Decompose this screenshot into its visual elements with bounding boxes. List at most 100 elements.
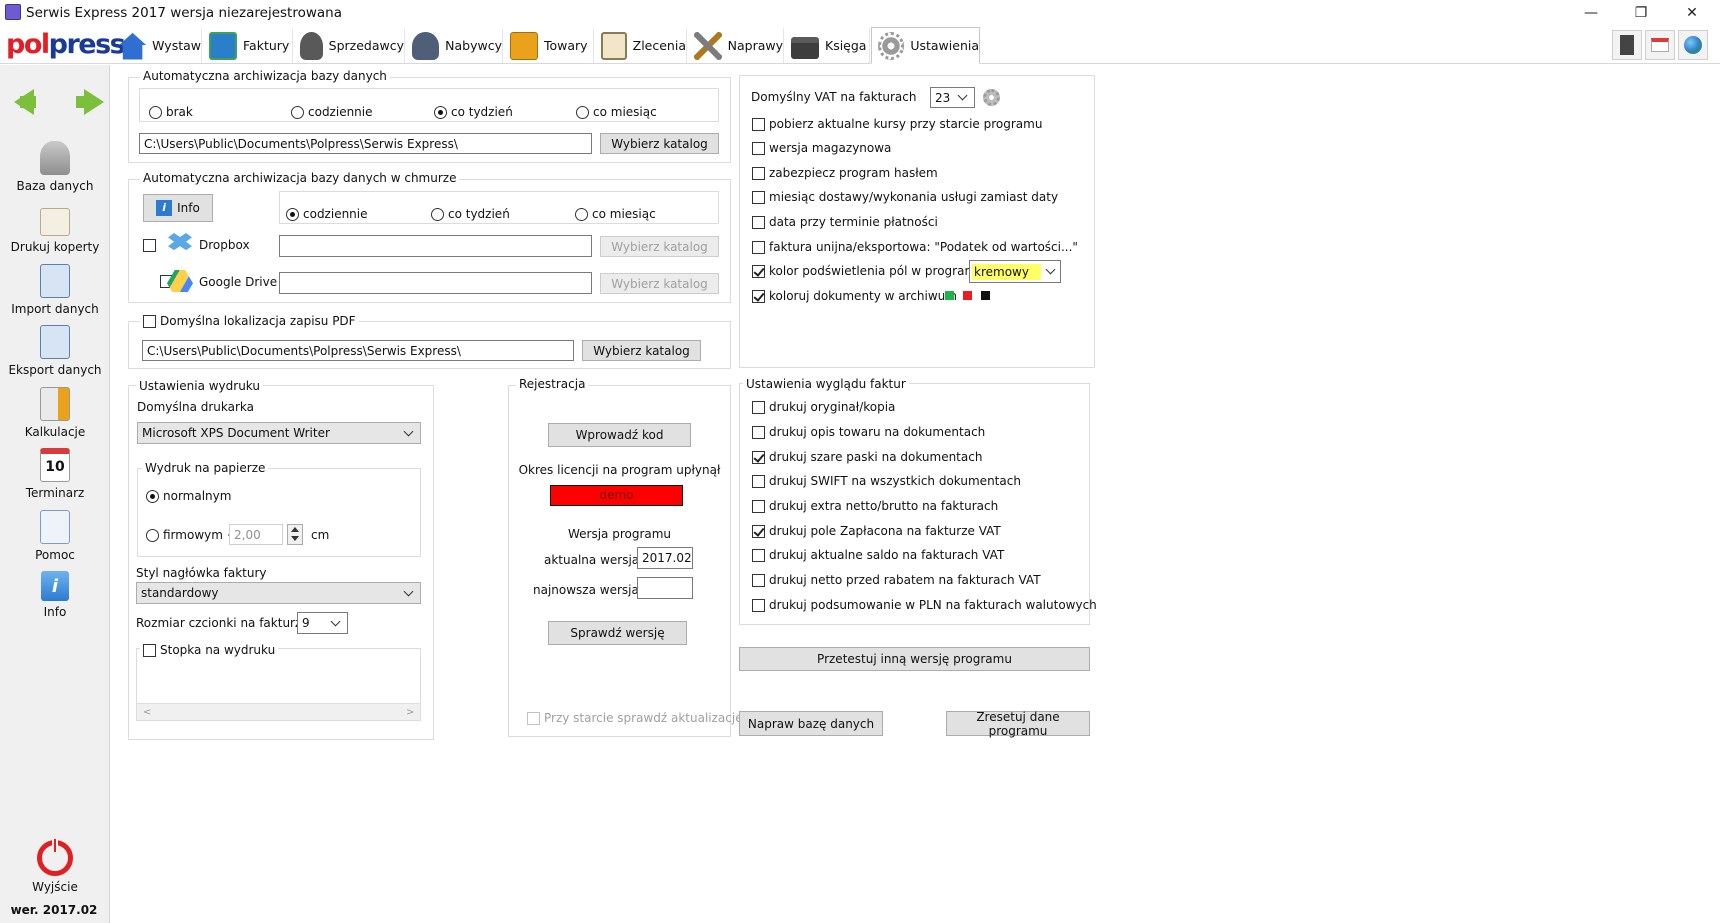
look-item-description[interactable]: drukuj opis towaru na dokumentach [752,425,985,439]
stepper-up-icon[interactable] [291,527,299,532]
gdrive-path-input[interactable] [279,272,592,294]
tab-towary[interactable]: Towary [504,28,594,63]
option-checkbox[interactable] [752,400,765,414]
option-delivery-month[interactable]: miesiąc dostawy/wykonania usługi zamiast… [752,190,1058,204]
option-checkbox[interactable] [752,425,765,439]
archive-color-black-swatch[interactable] [981,291,990,300]
gdrive-choose-folder-button[interactable]: Wybierz katalog [600,273,719,294]
close-icon[interactable]: ✕ [1681,3,1703,23]
sidebar-item-schedule[interactable]: 10 Terminarz [0,448,110,500]
scroll-left-icon[interactable]: < [143,707,151,718]
archive-choose-folder-button[interactable]: Wybierz katalog [600,133,719,154]
jpk-file-icon[interactable] [1612,30,1642,60]
option-checkbox[interactable] [752,548,765,562]
cloud-info-button[interactable]: i Info [143,194,213,222]
option-checkbox[interactable] [752,141,765,155]
sidebar-item-database[interactable]: Baza danych [0,141,110,193]
option-checkbox[interactable] [752,524,765,538]
company-margin-input[interactable]: 2,00 [229,524,283,545]
archive-color-red-swatch[interactable] [963,291,972,300]
tab-faktury[interactable]: Faktury [203,28,293,63]
sidebar-item-envelopes[interactable]: Drukuj koperty [0,202,110,254]
test-other-version-button[interactable]: Przetestuj inną wersję programu [739,647,1090,671]
option-checkbox[interactable] [752,215,765,229]
option-password-protect[interactable]: zabezpiecz program hasłem [752,166,938,180]
option-checkbox[interactable] [752,166,765,180]
archive-radio-none[interactable]: brak [149,105,193,119]
minimize-icon[interactable]: — [1580,3,1602,23]
archive-path-input[interactable]: C:\Users\Public\Documents\Polpress\Serwi… [139,133,592,154]
tab-naprawy[interactable]: Naprawy [688,28,784,63]
company-margin-stepper[interactable] [287,524,303,545]
option-checkbox[interactable] [752,264,765,278]
footer-toggle[interactable]: Stopka na wydruku [140,643,279,657]
archive-radio-daily[interactable]: codziennie [291,105,373,119]
dropbox-path-input[interactable] [279,235,592,257]
sidebar-item-help[interactable]: Pomoc [0,510,110,562]
sidebar-item-export[interactable]: Eksport danych [0,325,110,377]
tab-zlecenia[interactable]: Zlecenia [595,28,687,63]
pdf-path-input[interactable]: C:\Users\Public\Documents\Polpress\Serwi… [142,340,574,361]
option-checkbox[interactable] [752,190,765,204]
header-style-select[interactable]: standardowy [136,582,421,604]
option-checkbox[interactable] [752,573,765,587]
pdf-location-checkbox[interactable] [143,314,156,328]
look-paid-field[interactable]: drukuj pole Zapłacona na fakturze VAT [752,524,1001,538]
option-highlight-color[interactable]: kolor podświetlenia pól w programie [752,264,987,278]
check-version-button[interactable]: Sprawdź wersję [548,621,687,645]
pdf-choose-folder-button[interactable]: Wybierz katalog [582,340,701,361]
tab-ksiega[interactable]: Księga [785,28,870,63]
sidebar-item-import[interactable]: Import danych [0,264,110,316]
tab-sprzedawcy[interactable]: Sprzedawcy [294,28,405,63]
option-warehouse-version[interactable]: wersja magazynowa [752,141,891,155]
option-checkbox[interactable] [752,598,765,612]
option-fetch-rates[interactable]: pobierz aktualne kursy przy starcie prog… [752,117,1042,131]
dropbox-choose-folder-button[interactable]: Wybierz katalog [600,236,719,257]
paper-radio-company[interactable]: firmowym + [146,528,237,542]
look-gray-stripes[interactable]: drukuj szare paski na dokumentach [752,450,982,464]
stepper-down-icon[interactable] [291,536,299,541]
calendar-tool-icon[interactable] [1645,30,1675,60]
option-checkbox[interactable] [752,450,765,464]
look-swift[interactable]: drukuj SWIFT na wszystkich dokumentach [752,474,1021,488]
highlight-color-select[interactable]: kremowy [969,260,1061,283]
enter-code-button[interactable]: Wprowadź kod [548,423,691,447]
look-original-copy[interactable]: drukuj oryginał/kopia [752,400,895,414]
option-checkbox[interactable] [752,289,765,303]
option-checkbox[interactable] [752,474,765,488]
forward-arrow-icon[interactable] [84,89,104,115]
startup-check-checkbox[interactable] [527,711,540,725]
globe-icon[interactable] [1678,30,1708,60]
option-checkbox[interactable] [752,499,765,513]
tab-wystaw[interactable]: Wystaw [113,28,202,63]
default-printer-select[interactable]: Microsoft XPS Document Writer [137,422,421,444]
cloud-radio-monthly[interactable]: co miesiąc [575,207,656,221]
reset-program-data-button[interactable]: Zresetuj dane programu [946,710,1090,738]
footer-horizontal-scrollbar[interactable]: < > [137,703,420,720]
exit-button[interactable]: Wyjście [0,837,110,894]
option-checkbox[interactable] [752,117,765,131]
restore-icon[interactable]: ❐ [1630,3,1652,23]
look-net-before-discount[interactable]: drukuj netto przed rabatem na fakturach … [752,573,1041,587]
vat-settings-gear-icon[interactable] [983,89,1000,106]
pdf-location-toggle[interactable]: Domyślna lokalizacja zapisu PDF [140,314,359,328]
archive-color-green-swatch[interactable] [945,291,954,300]
option-eu-export-invoice[interactable]: faktura unijna/eksportowa: "Podatek od w… [752,240,1078,254]
dropbox-checkbox[interactable] [143,239,156,252]
cloud-radio-daily[interactable]: codziennie [286,207,368,221]
tab-nabywcy[interactable]: Nabywcy [406,28,503,63]
look-extra-net-gross[interactable]: drukuj extra netto/brutto na fakturach [752,499,998,513]
repair-database-button[interactable]: Napraw bazę danych [739,711,883,736]
archive-radio-monthly[interactable]: co miesiąc [576,105,657,119]
startup-check-toggle[interactable]: Przy starcie sprawdź aktualizacje [527,711,743,725]
font-size-select[interactable]: 9 [297,612,348,634]
look-current-balance[interactable]: drukuj aktualne saldo na fakturach VAT [752,548,1004,562]
scroll-right-icon[interactable]: > [406,707,414,718]
look-pln-summary[interactable]: drukuj podsumowanie w PLN na fakturach w… [752,598,1097,612]
archive-radio-weekly[interactable]: co tydzień [434,105,513,119]
sidebar-item-calculations[interactable]: Kalkulacje [0,387,110,439]
paper-radio-normal[interactable]: normalnym [146,489,231,503]
footer-checkbox[interactable] [143,643,156,657]
tab-ustawienia[interactable]: Ustawienia [871,27,980,64]
option-color-archive[interactable]: koloruj dokumenty w archiwum [752,289,957,303]
